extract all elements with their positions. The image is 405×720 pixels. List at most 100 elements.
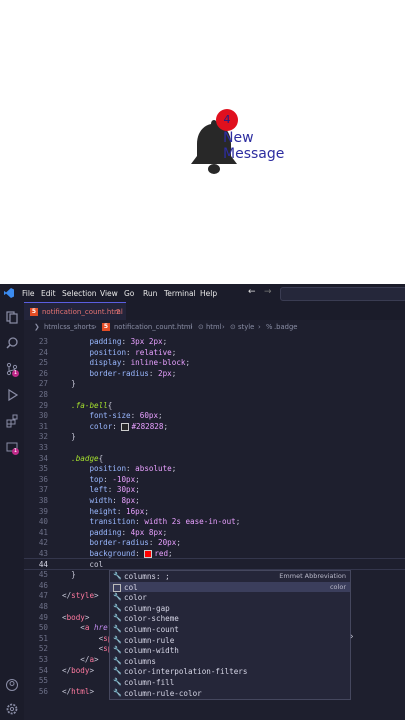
breadcrumb: ❯ htmlcss_shorts › 5 notification_count.…: [24, 320, 405, 334]
explorer-icon[interactable]: [5, 310, 19, 324]
suggestion-item[interactable]: 🔧 color-interpolation-filters: [110, 666, 350, 677]
line-number: 53: [38, 655, 48, 664]
line-number: 23: [38, 337, 48, 346]
suggestion-item[interactable]: 🔧 color: [110, 592, 350, 603]
suggestion-item[interactable]: 🔧 column-count: [110, 624, 350, 635]
code-line: </html>: [62, 686, 95, 696]
code-line: position: absolute;: [89, 464, 177, 474]
code-line: color: #282828;: [89, 421, 169, 431]
suggestion-item[interactable]: 🔧 column-rule: [110, 635, 350, 646]
menu-run[interactable]: Run: [143, 289, 157, 298]
autocomplete-suggestions[interactable]: 🔧 columns: ; Emmet Abbreviation col color 🔧 co…: [109, 570, 351, 700]
wrench-icon: 🔧: [113, 625, 122, 633]
line-number: 39: [38, 506, 48, 516]
menu-help[interactable]: Help: [200, 289, 217, 298]
browser-preview: 4 New Message: [0, 0, 405, 284]
line-number: 37: [38, 485, 48, 495]
breadcrumb-html[interactable]: html: [206, 323, 221, 331]
code-line: </body>: [62, 665, 95, 675]
arrow-right-icon[interactable]: →: [264, 287, 272, 297]
chevron-right-icon: ›: [190, 323, 193, 331]
menu-go[interactable]: Go: [124, 289, 134, 298]
menu-selection[interactable]: Selection: [62, 289, 97, 298]
suggestion-item[interactable]: 🔧 column-width: [110, 645, 350, 656]
folder-icon: ❯: [34, 323, 40, 331]
menu-edit[interactable]: Edit: [41, 289, 56, 298]
title-bar: File Edit Selection View Go Run Terminal…: [0, 284, 405, 302]
editor-tab-bar: 5 notification_count.html 2: [24, 302, 405, 321]
chevron-right-icon: ›: [222, 323, 225, 331]
command-center-search[interactable]: [280, 287, 405, 301]
menu-view[interactable]: View: [100, 289, 118, 298]
suggestion-item[interactable]: 🔧 column-rule-color: [110, 688, 350, 699]
suggestion-label: column-rule: [124, 635, 175, 645]
suggestion-item[interactable]: 🔧 columns: ; Emmet Abbreviation: [110, 571, 350, 582]
suggestion-item[interactable]: 🔧 color-scheme: [110, 613, 350, 624]
code-line: <a href: [62, 623, 113, 633]
breadcrumb-style[interactable]: style: [238, 323, 254, 331]
line-number: 46: [38, 580, 48, 590]
wrench-icon: 🔧: [113, 646, 122, 655]
line-number: 48: [38, 602, 48, 611]
line-number: 47: [38, 591, 48, 601]
breadcrumb-badge[interactable]: .badge: [274, 323, 297, 331]
chevron-right-icon: ›: [94, 323, 97, 331]
wrench-icon: 🔧: [113, 603, 122, 612]
run-debug-icon[interactable]: [5, 388, 19, 402]
line-number: 40: [38, 517, 48, 527]
tab-notification-count[interactable]: 5 notification_count.html 2: [24, 302, 126, 321]
search-icon[interactable]: [5, 336, 19, 350]
remote-badge: 1: [12, 448, 19, 455]
suggestion-item[interactable]: 🔧 column-gap: [110, 603, 350, 614]
wrench-icon: 🔧: [113, 593, 122, 602]
element-icon: ⊙: [198, 323, 204, 331]
account-icon[interactable]: [5, 678, 19, 692]
extensions-icon[interactable]: [5, 414, 19, 428]
suggestion-item[interactable]: col color: [110, 581, 350, 593]
tab-label: notification_count.html: [42, 308, 123, 316]
line-number: 41: [38, 527, 48, 537]
menu-file[interactable]: File: [22, 289, 35, 298]
settings-icon[interactable]: [5, 702, 19, 716]
suggestion-label: column-width: [124, 646, 179, 656]
line-number: 30: [38, 411, 48, 421]
line-number: 54: [38, 665, 48, 675]
line-number: 52: [38, 644, 48, 654]
suggestion-label: color-scheme: [124, 614, 179, 624]
wrench-icon: 🔧: [113, 614, 122, 623]
code-line: }: [62, 379, 76, 389]
code-line: padding: 3px 2px;: [89, 337, 168, 346]
notification-line-1: New: [223, 130, 254, 146]
line-number: 33: [38, 443, 48, 452]
code-line: width: 8px;: [89, 496, 140, 505]
suggestion-item[interactable]: 🔧 column-fill: [110, 677, 350, 688]
line-number: 38: [38, 496, 48, 505]
tab-problem-count: 2: [116, 308, 121, 316]
chevron-right-icon[interactable]: ›: [350, 632, 354, 642]
line-number: 28: [38, 390, 48, 399]
suggestion-label: column-fill: [124, 678, 175, 687]
arrow-left-icon[interactable]: ←: [248, 287, 256, 297]
code-line: left: 30px;: [89, 485, 140, 495]
suggestion-label: column-rule-color: [124, 688, 202, 698]
code-line: height: 16px;: [89, 506, 149, 516]
menu-terminal[interactable]: Terminal: [164, 289, 196, 298]
suggestion-item[interactable]: 🔧 columns: [110, 656, 350, 667]
suggestion-label: color-interpolation-filters: [124, 667, 248, 677]
code-line: top: -10px;: [89, 474, 140, 484]
line-number: 24: [38, 347, 48, 357]
suggestion-detail: Emmet Abbreviation: [279, 572, 346, 580]
breadcrumb-file[interactable]: notification_count.html: [114, 323, 192, 331]
suggestion-label: columns: [124, 656, 157, 666]
line-number: 36: [38, 474, 48, 484]
suggestion-label: column-count: [124, 625, 179, 634]
line-number: 50: [38, 623, 48, 633]
code-line: .badge{: [71, 453, 104, 463]
line-number: 55: [38, 676, 48, 686]
code-line: background: red;: [89, 549, 173, 558]
breadcrumb-folder[interactable]: htmlcss_shorts: [44, 323, 95, 331]
line-number: 34: [38, 453, 48, 463]
html5-file-icon: 5: [102, 323, 110, 331]
wrench-icon: 🔧: [113, 678, 122, 686]
notification-text[interactable]: New Message: [223, 130, 303, 162]
